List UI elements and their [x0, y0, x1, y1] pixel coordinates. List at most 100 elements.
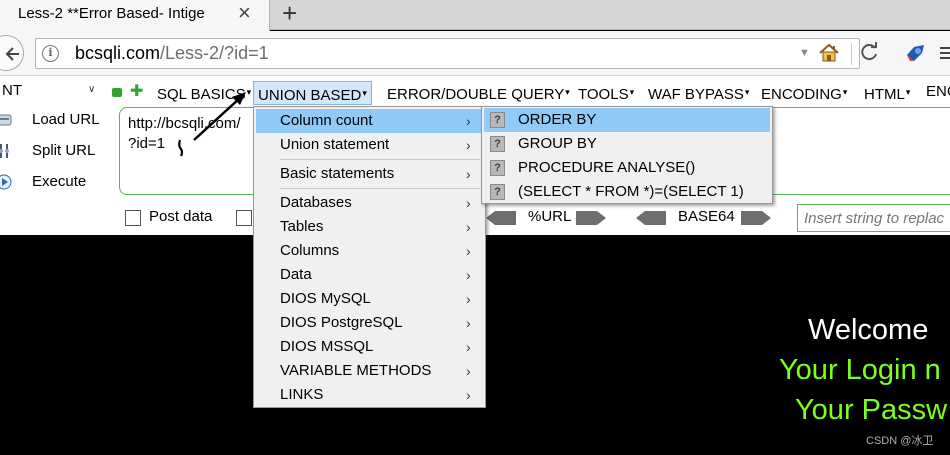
menu-label: SQL BASICS [157, 86, 246, 103]
url-bar[interactable]: i bcsqli.com/Less-2/?id=1 ▼ [35, 38, 860, 69]
new-tab-icon[interactable]: + [282, 0, 297, 27]
menu-item-label: DIOS MySQL [280, 290, 371, 307]
home-icon[interactable] [818, 42, 840, 64]
question-icon: ? [490, 160, 505, 176]
menu-item-variable-methods[interactable]: VARIABLE METHODS › [256, 359, 483, 383]
menu-item-dios-mysql[interactable]: DIOS MySQL › [256, 287, 483, 311]
column-count-submenu: ? ORDER BY ? GROUP BY ? PROCEDURE ANALYSE()… [481, 106, 773, 204]
submenu-item-procedure-analyse[interactable]: ? PROCEDURE ANALYSE() [484, 156, 770, 180]
reload-icon[interactable] [860, 42, 880, 62]
menu-item-label: LINKS [280, 386, 324, 403]
submenu-item-group-by[interactable]: ? GROUP BY [484, 132, 770, 156]
menu-waf-bypass[interactable]: WAF BYPASS▾ [644, 81, 753, 105]
caret-icon: ▾ [629, 87, 635, 97]
submenu-arrow-icon: › [466, 219, 471, 235]
submenu-arrow-icon: › [466, 339, 471, 355]
submenu-arrow-icon: › [466, 267, 471, 283]
hackbar-select[interactable]: NT ∨ [0, 81, 100, 103]
menu-label: WAF BYPASS [648, 86, 744, 103]
submenu-item-label: GROUP BY [518, 135, 597, 152]
base64-encode-arrow-icon[interactable] [741, 211, 771, 225]
submenu-arrow-icon: › [466, 243, 471, 259]
menu-tools[interactable]: TOOLS▾ [574, 81, 638, 105]
insert-string-placeholder: Insert string to replac [804, 210, 945, 227]
caret-icon: ▾ [905, 87, 911, 97]
menu-union-based[interactable]: UNION BASED▾ [253, 81, 372, 105]
submenu-item-label: ORDER BY [518, 111, 597, 128]
menu-error-double-query[interactable]: ERROR/DOUBLE QUERY▾ [383, 81, 574, 105]
play-icon [0, 174, 12, 190]
submenu-arrow-icon: › [466, 387, 471, 403]
minus-icon[interactable] [112, 88, 122, 97]
watermark: CSDN @冰卫 [866, 435, 934, 447]
extension-icon[interactable] [904, 41, 928, 65]
history-dropdown-icon[interactable]: ▼ [799, 47, 810, 59]
back-arrow-icon [5, 47, 19, 61]
menu-item-label: Union statement [280, 136, 390, 153]
menu-enc[interactable]: ENC [922, 81, 950, 105]
menu-encoding[interactable]: ENCODING▾ [757, 81, 851, 105]
execute-button[interactable]: Execute [0, 170, 112, 196]
menu-label: UNION BASED [258, 87, 362, 104]
menu-sql-basics[interactable]: SQL BASICS▾ [153, 81, 255, 105]
close-tab-icon[interactable]: × [238, 2, 251, 24]
caret-icon: ▾ [842, 87, 848, 97]
tab-title: Less-2 **Error Based- Intige [18, 5, 205, 22]
referrer-checkbox[interactable] [236, 210, 252, 226]
question-icon: ? [490, 136, 505, 152]
post-data-checkbox[interactable] [125, 210, 141, 226]
submenu-arrow-icon: › [466, 113, 471, 129]
url-encode-arrow-icon[interactable] [576, 211, 606, 225]
url-bar-separator [851, 43, 852, 65]
submenu-item-label: PROCEDURE ANALYSE() [518, 159, 696, 176]
url-host: bcsqli.com [75, 43, 161, 63]
menu-item-data[interactable]: Data › [256, 263, 483, 287]
menu-label: ENCODING [761, 86, 842, 103]
menu-label: HTML [864, 86, 905, 103]
menu-item-databases[interactable]: Databases › [256, 191, 483, 215]
caret-icon: ▾ [362, 88, 367, 98]
submenu-arrow-icon: › [466, 363, 471, 379]
base64-encoding-label: BASE64 [678, 208, 735, 225]
load-url-button[interactable]: Load URL [0, 108, 112, 134]
submenu-arrow-icon: › [466, 291, 471, 307]
split-url-icon [0, 144, 9, 158]
menu-item-column-count[interactable]: Column count › [256, 109, 483, 133]
base64-decode-arrow-icon[interactable] [636, 211, 666, 225]
menu-item-union-statement[interactable]: Union statement › [256, 133, 483, 157]
navigation-bar: i bcsqli.com/Less-2/?id=1 ▼ [0, 31, 950, 75]
submenu-item-order-by[interactable]: ? ORDER BY [484, 108, 770, 132]
plus-icon[interactable]: ✚ [130, 84, 143, 100]
text-cursor-mark-icon [178, 139, 184, 157]
menu-item-basic-statements[interactable]: Basic statements › [256, 162, 483, 186]
menu-item-columns[interactable]: Columns › [256, 239, 483, 263]
url-text[interactable]: bcsqli.com/Less-2/?id=1 [75, 43, 269, 64]
back-button[interactable] [0, 35, 24, 71]
menu-item-label: Columns [280, 242, 340, 259]
submenu-arrow-icon: › [466, 315, 471, 331]
menu-item-dios-postgresql[interactable]: DIOS PostgreSQL › [256, 311, 483, 335]
browser-tab[interactable]: Less-2 **Error Based- Intige × [0, 0, 270, 31]
hackbar-actions: Load URL Split URL Execute [0, 108, 112, 208]
menu-item-links[interactable]: LINKS › [256, 383, 483, 407]
menu-item-label: Tables [280, 218, 324, 235]
caret-icon: ▾ [565, 87, 570, 97]
menu-html[interactable]: HTML▾ [860, 81, 914, 105]
menu-item-label: DIOS MSSQL [280, 338, 374, 355]
post-data-label: Post data [149, 208, 213, 225]
info-icon[interactable]: i [42, 45, 59, 62]
submenu-arrow-icon: › [466, 166, 471, 182]
insert-string-input[interactable]: Insert string to replac [797, 204, 950, 232]
url-encoding-label: %URL [528, 208, 572, 225]
execute-label: Execute [32, 173, 87, 190]
menu-item-label: DIOS PostgreSQL [280, 314, 403, 331]
menu-icon[interactable] [940, 45, 950, 61]
split-url-button[interactable]: Split URL [0, 139, 112, 165]
submenu-item-select-from[interactable]: ? (SELECT * FROM *)=(SELECT 1) [484, 180, 770, 204]
url-decode-arrow-icon[interactable] [486, 211, 516, 225]
union-based-menu: Column count › Union statement › Basic sta… [253, 106, 486, 408]
menu-item-dios-mssql[interactable]: DIOS MSSQL › [256, 335, 483, 359]
menu-item-tables[interactable]: Tables › [256, 215, 483, 239]
submenu-arrow-icon: › [466, 195, 471, 211]
menu-item-label: Data [280, 266, 312, 283]
